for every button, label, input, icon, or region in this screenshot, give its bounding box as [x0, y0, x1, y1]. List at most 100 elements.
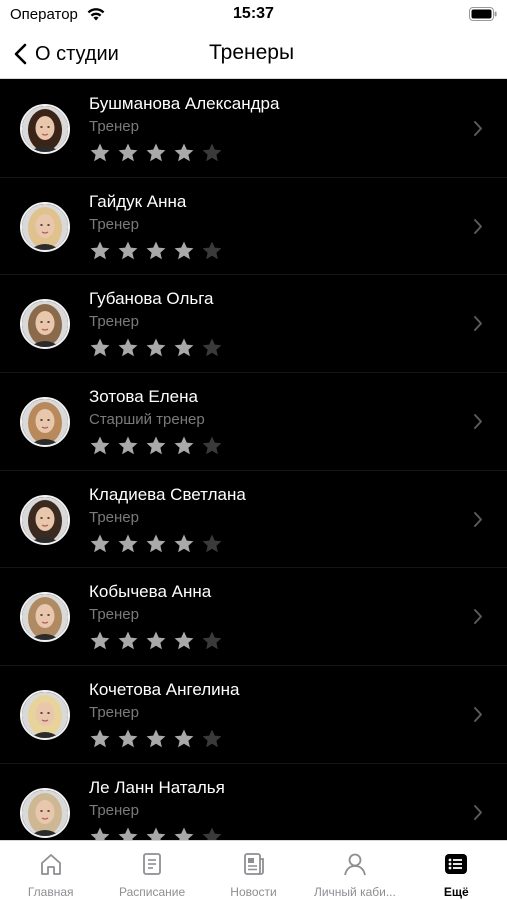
tab-label: Личный каби... [313, 885, 396, 899]
trainer-role: Тренер [89, 704, 139, 722]
chevron-right-icon [474, 218, 482, 234]
trainer-role: Тренер [89, 118, 139, 135]
page-title: Тренеры [209, 41, 295, 64]
tab-label: Расписание [119, 885, 186, 899]
avatar [20, 299, 70, 350]
star-filled-icon [146, 241, 166, 259]
star-filled-icon [174, 338, 194, 357]
star-empty-icon [202, 631, 222, 650]
star-filled-icon [118, 241, 138, 259]
news-icon [241, 851, 267, 882]
star-filled-icon [146, 631, 166, 650]
trainer-role: Тренер [89, 313, 139, 331]
trainer-role: Тренер [89, 606, 139, 624]
chevron-right-icon [474, 511, 482, 527]
schedule-icon [139, 851, 165, 882]
star-filled-icon [146, 827, 166, 840]
tab-label: Главная [27, 885, 74, 899]
trainer-role: Тренер [89, 508, 139, 526]
tab-label: Новости [230, 885, 277, 899]
trainer-name: Зотова Елена [89, 387, 198, 407]
star-filled-icon [174, 534, 194, 552]
star-filled-icon [90, 827, 110, 840]
star-empty-icon [202, 827, 222, 840]
trainer-name: Кладиева Светлана [89, 484, 246, 504]
avatar [20, 104, 70, 154]
star-filled-icon [118, 143, 138, 162]
star-filled-icon [90, 241, 110, 259]
trainer-row[interactable]: Кочетова Ангелина Тренер [0, 666, 507, 764]
star-filled-icon [146, 534, 166, 552]
avatar [20, 592, 70, 643]
star-filled-icon [90, 534, 110, 552]
star-empty-icon [202, 534, 222, 552]
star-empty-icon [202, 729, 222, 748]
tab-home[interactable]: Главная [0, 841, 101, 900]
profile-icon [342, 851, 368, 882]
back-label: О студии [35, 42, 119, 65]
tab-bar: Главная Расписание Новости Личный каби... Ещ… [0, 840, 507, 900]
trainer-role: Тренер [89, 801, 139, 819]
star-empty-icon [202, 241, 222, 259]
rating-stars [89, 337, 229, 359]
rating-stars [89, 826, 229, 840]
star-filled-icon [146, 729, 166, 748]
star-filled-icon [118, 534, 138, 552]
trainer-list[interactable]: Бушманова Александра Тренер Гайдук Анна Тре… [0, 80, 507, 840]
status-bar: Оператор 15:37 [0, 0, 507, 30]
star-filled-icon [118, 729, 138, 748]
trainer-name: Губанова Ольга [89, 289, 214, 309]
star-filled-icon [174, 436, 194, 455]
star-filled-icon [90, 143, 110, 162]
star-filled-icon [174, 631, 194, 650]
tab-more[interactable]: Ещё [406, 841, 507, 900]
trainer-row[interactable]: Кобычева Анна Тренер [0, 568, 507, 667]
trainer-name: Кобычева Анна [89, 582, 212, 602]
trainer-name: Бушманова Александра [89, 94, 280, 113]
rating-stars [89, 435, 229, 457]
trainer-name: Ле Ланн Наталья [89, 777, 225, 797]
star-filled-icon [146, 143, 166, 162]
chevron-right-icon [474, 707, 482, 723]
rating-stars [89, 533, 229, 555]
chevron-right-icon [474, 414, 482, 430]
star-filled-icon [146, 436, 166, 455]
rating-stars [89, 240, 229, 262]
avatar [20, 787, 70, 838]
star-empty-icon [202, 143, 222, 162]
tab-profile[interactable]: Личный каби... [304, 841, 405, 900]
tab-schedule[interactable]: Расписание [101, 841, 202, 900]
rating-stars [89, 142, 229, 164]
trainer-name: Кочетова Ангелина [89, 680, 240, 700]
trainer-row[interactable]: Кладиева Светлана Тренер [0, 471, 507, 569]
star-filled-icon [90, 631, 110, 650]
trainer-role: Тренер [89, 215, 139, 233]
trainer-role: Старший тренер [89, 411, 205, 429]
navigation-bar: О студии Тренеры [0, 30, 507, 79]
star-filled-icon [118, 338, 138, 357]
trainer-row[interactable]: Гайдук Анна Тренер [0, 178, 507, 276]
more-icon [443, 851, 469, 882]
avatar [20, 494, 70, 545]
star-filled-icon [118, 436, 138, 455]
star-filled-icon [90, 338, 110, 357]
back-button[interactable]: О студии [14, 39, 119, 69]
star-filled-icon [118, 827, 138, 840]
tab-label: Ещё [443, 885, 469, 899]
trainer-row[interactable]: Зотова Елена Старший тренер [0, 373, 507, 471]
trainer-row[interactable]: Бушманова Александра Тренер [0, 80, 507, 178]
trainer-row[interactable]: Ле Ланн Наталья Тренер [0, 764, 507, 840]
star-filled-icon [90, 729, 110, 748]
star-empty-icon [202, 436, 222, 455]
star-empty-icon [202, 338, 222, 357]
battery-icon [469, 7, 497, 26]
chevron-left-icon [14, 43, 27, 65]
chevron-right-icon [474, 804, 482, 820]
avatar [20, 397, 70, 448]
tab-news[interactable]: Новости [203, 841, 304, 900]
avatar [20, 690, 70, 741]
star-filled-icon [146, 338, 166, 357]
trainer-row[interactable]: Губанова Ольга Тренер [0, 275, 507, 374]
clock: 15:37 [233, 5, 274, 22]
star-filled-icon [174, 143, 194, 162]
